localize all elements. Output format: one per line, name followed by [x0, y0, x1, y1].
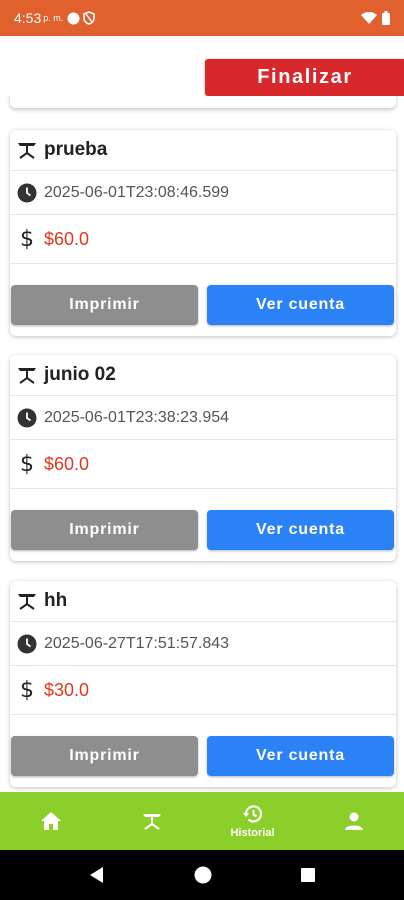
back-icon[interactable]	[88, 866, 106, 884]
order-total: $60.0	[44, 453, 90, 474]
dollar-icon: $	[20, 451, 34, 477]
notification-dot-icon	[67, 12, 80, 24]
order-total: $30.0	[44, 679, 90, 700]
nav-profile[interactable]	[303, 792, 404, 850]
order-datetime: 2025-06-27T17:51:57.843	[44, 634, 230, 652]
dollar-icon: $	[20, 677, 34, 703]
order-list[interactable]: prueba 2025-06-01T23:08:46.599 $ $60.0 I…	[0, 96, 404, 792]
recents-icon[interactable]	[300, 867, 316, 883]
table-icon	[10, 140, 44, 160]
nav-history[interactable]: Historial	[202, 792, 303, 850]
order-total-row: $ $30.0	[10, 666, 396, 715]
order-name: hh	[44, 590, 68, 611]
print-button[interactable]: Imprimir	[11, 736, 198, 776]
finalize-button[interactable]: Finalizar	[205, 59, 404, 96]
nav-tables[interactable]	[101, 792, 202, 850]
clock-icon	[10, 408, 44, 428]
order-total-row: $ $60.0	[10, 215, 396, 264]
order-total: $60.0	[44, 228, 90, 249]
home-icon	[40, 812, 61, 830]
order-name: prueba	[44, 139, 108, 160]
print-button[interactable]: Imprimir	[11, 510, 198, 550]
order-datetime: 2025-06-01T23:38:23.954	[44, 408, 230, 426]
table-icon	[10, 365, 44, 385]
nav-history-label: Historial	[230, 827, 275, 839]
order-card: hh 2025-06-27T17:51:57.843 $ $30.0 Impri…	[10, 581, 396, 787]
wifi-icon	[361, 12, 377, 24]
order-total-row: $ $60.0	[10, 440, 396, 489]
order-name-row: prueba	[10, 130, 396, 171]
status-time: 4:53	[14, 10, 42, 26]
order-card: junio 02 2025-06-01T23:38:23.954 $ $60.0…	[10, 355, 396, 561]
view-account-button[interactable]: Ver cuenta	[207, 736, 394, 776]
nav-home[interactable]	[0, 792, 101, 850]
previous-card-edge	[10, 96, 396, 108]
print-button[interactable]: Imprimir	[11, 285, 198, 325]
order-date-row: 2025-06-27T17:51:57.843	[10, 622, 396, 666]
history-icon	[242, 805, 262, 823]
status-bar: 4:53 p. m.	[0, 0, 404, 36]
order-datetime: 2025-06-01T23:08:46.599	[44, 183, 230, 201]
home-circle-icon[interactable]	[194, 866, 212, 884]
status-ampm: p. m.	[43, 13, 64, 23]
system-nav-bar	[0, 850, 404, 900]
person-icon	[344, 812, 363, 830]
table-icon	[10, 591, 44, 611]
bottom-nav: Historial	[0, 792, 404, 850]
order-card: prueba 2025-06-01T23:08:46.599 $ $60.0 I…	[10, 130, 396, 336]
clock-icon	[10, 183, 44, 203]
table-icon	[142, 814, 161, 830]
order-date-row: 2025-06-01T23:38:23.954	[10, 396, 396, 440]
order-date-row: 2025-06-01T23:08:46.599	[10, 171, 396, 215]
dollar-icon: $	[20, 226, 34, 252]
order-name: junio 02	[44, 364, 116, 385]
order-name-row: junio 02	[10, 355, 396, 396]
shield-icon	[83, 11, 96, 25]
view-account-button[interactable]: Ver cuenta	[207, 510, 394, 550]
clock-icon	[10, 634, 44, 654]
order-name-row: hh	[10, 581, 396, 622]
battery-icon	[382, 11, 390, 25]
view-account-button[interactable]: Ver cuenta	[207, 285, 394, 325]
